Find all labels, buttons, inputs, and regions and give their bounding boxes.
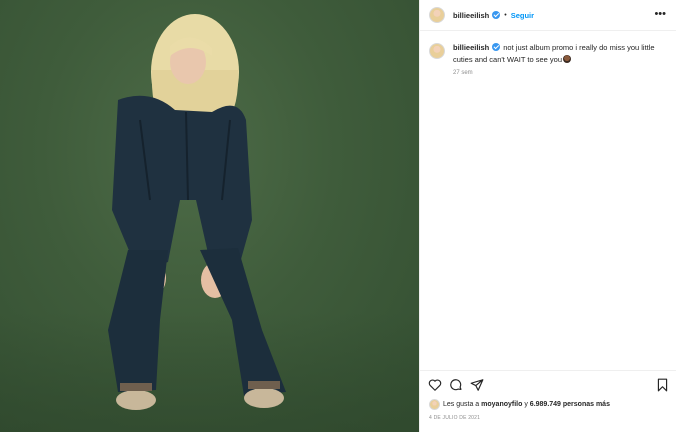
- more-options-icon[interactable]: •••: [654, 9, 666, 20]
- heart-icon[interactable]: [428, 378, 442, 397]
- comment-icon[interactable]: [449, 378, 463, 397]
- emoji-icon: [563, 54, 571, 63]
- liker-avatar[interactable]: [429, 399, 440, 410]
- likes-summary: Les gusta a moyanoyfilo y 6.989.749 pers…: [429, 399, 610, 410]
- likes-mid: y: [524, 401, 528, 408]
- header-username[interactable]: billieeilish: [453, 11, 489, 20]
- post-time-ago[interactable]: 27 sem: [453, 70, 473, 76]
- profile-avatar[interactable]: [429, 7, 445, 23]
- likes-user[interactable]: moyanoyfilo: [481, 401, 522, 408]
- post-photo[interactable]: [0, 0, 419, 432]
- post-sidebar: billieeilish • Seguir ••• billieeilish no…: [419, 0, 676, 432]
- verified-badge-icon: [492, 11, 501, 19]
- share-icon[interactable]: [470, 378, 484, 397]
- verified-badge-icon: [492, 43, 501, 51]
- caption-body: billieeilish not just album promo i reall…: [453, 42, 663, 65]
- header-separator: •: [504, 11, 507, 19]
- follow-button[interactable]: Seguir: [511, 11, 534, 20]
- caption-username[interactable]: billieeilish: [453, 43, 489, 52]
- post-date: 4 DE JULIO DE 2021: [429, 415, 481, 421]
- post-header: billieeilish • Seguir •••: [420, 0, 676, 31]
- likes-count[interactable]: 6.989.749 personas más: [530, 401, 610, 408]
- person-figure: [108, 14, 286, 410]
- caption-avatar[interactable]: [429, 43, 445, 59]
- post-caption: billieeilish not just album promo i reall…: [429, 42, 669, 65]
- bookmark-icon[interactable]: [656, 378, 669, 397]
- likes-prefix: Les gusta a: [443, 401, 480, 408]
- action-bar: [420, 370, 676, 398]
